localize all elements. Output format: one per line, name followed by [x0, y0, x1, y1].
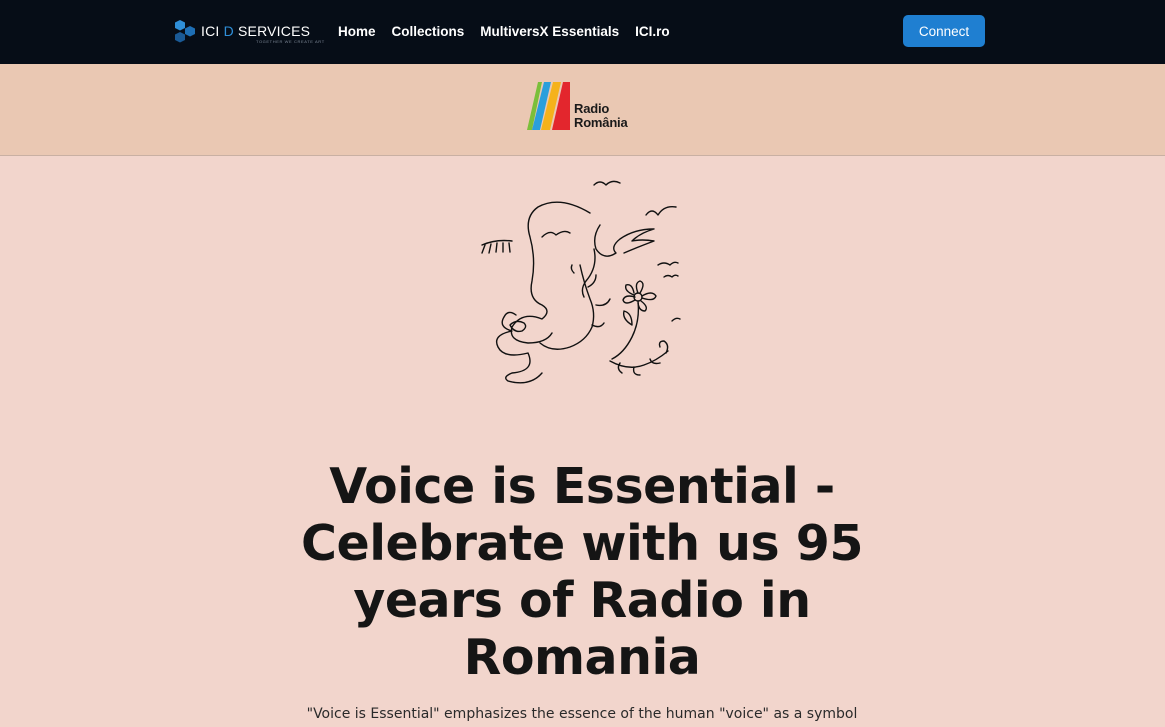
- nav-link-multiversx-essentials[interactable]: MultiversX Essentials: [480, 23, 619, 40]
- hexagon-logo-icon: [173, 18, 199, 46]
- brand-tagline: TOGETHER WE CREATE ART: [256, 39, 325, 44]
- nav-link-ici-ro[interactable]: ICI.ro: [635, 23, 670, 40]
- top-navbar: ICI D SERVICES TOGETHER WE CREATE ART Ho…: [0, 0, 1165, 64]
- radio-romania-stripes-icon: [527, 82, 570, 130]
- main-nav: Home Collections MultiversX Essentials I…: [338, 23, 670, 40]
- brand-logo-link[interactable]: ICI D SERVICES TOGETHER WE CREATE ART: [173, 17, 324, 47]
- partner-logo-band: Radio România: [0, 64, 1165, 156]
- line-art-face-birds-flower-icon: [470, 175, 700, 390]
- radio-romania-wordmark: Radio România: [574, 101, 628, 130]
- nav-link-home[interactable]: Home: [338, 23, 376, 40]
- radio-romania-logo: Radio România: [526, 80, 644, 132]
- brand-name: ICI D SERVICES: [201, 23, 311, 39]
- hero-title: Voice is Essential - Celebrate with us 9…: [301, 458, 863, 686]
- connect-button[interactable]: Connect: [903, 15, 985, 47]
- hero-description: "Voice is Essential" emphasizes the esse…: [306, 706, 858, 722]
- nav-link-collections[interactable]: Collections: [392, 23, 465, 40]
